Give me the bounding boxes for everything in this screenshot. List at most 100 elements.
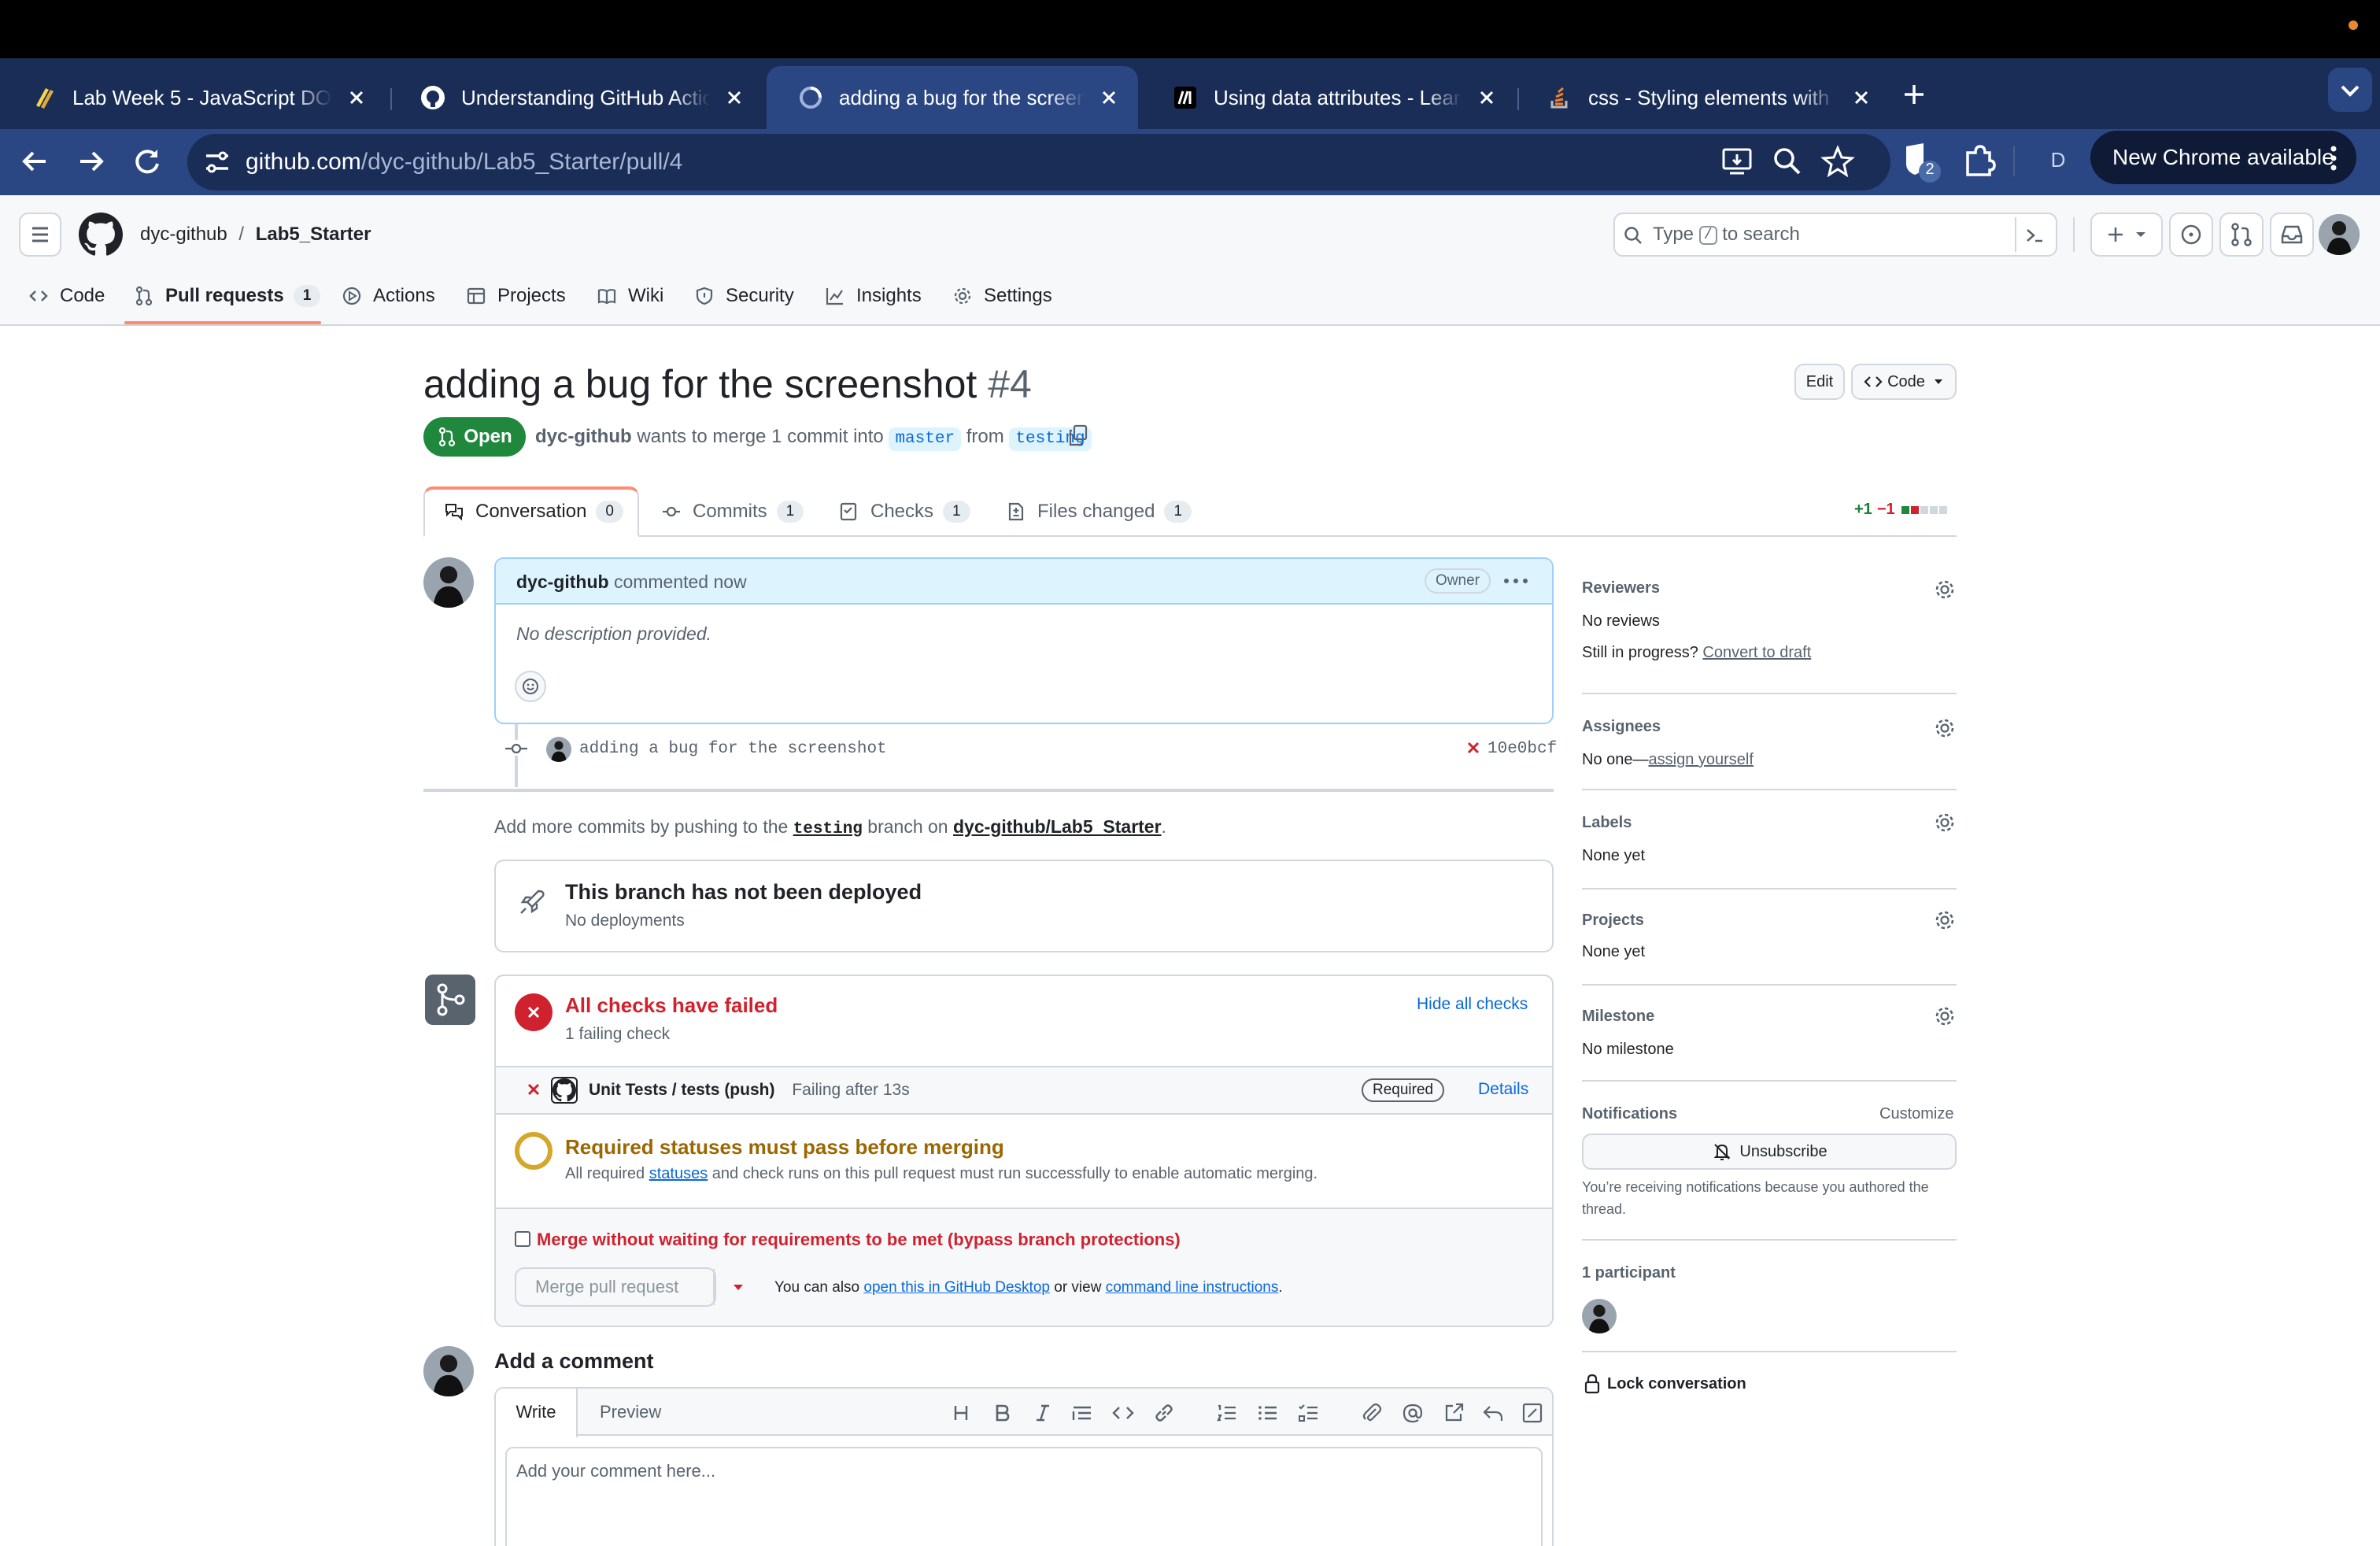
breadcrumb-owner[interactable]: dyc-github [140,224,227,245]
profile-avatar[interactable]: D [2038,140,2078,179]
tab-files-changed[interactable]: Files changed 1 [1006,497,1192,526]
close-icon[interactable] [1850,86,1873,109]
caret-down-icon[interactable] [724,1280,752,1296]
mention-icon[interactable] [1399,1400,1426,1426]
gear-icon[interactable] [1933,578,1957,601]
heading-icon[interactable] [948,1400,974,1426]
assignees-heading[interactable]: Assignees [1582,718,1661,736]
comment-textarea[interactable]: Add your comment here... [505,1447,1543,1546]
bold-icon[interactable] [989,1400,1015,1426]
gear-icon[interactable] [1933,1004,1957,1028]
commit-author-avatar[interactable] [546,737,571,762]
tab-write[interactable]: Write [496,1389,578,1437]
command-palette-icon[interactable] [2023,224,2046,247]
add-reaction-button[interactable] [515,671,546,702]
participant-avatar[interactable] [1582,1299,1617,1333]
x-fail-icon[interactable] [1464,738,1483,757]
bookmark-star-icon[interactable] [1820,143,1856,179]
customize-link[interactable]: Customize [1879,1105,1953,1123]
italic-icon[interactable] [1029,1400,1056,1426]
close-icon[interactable] [345,86,368,109]
browser-tab-lab-week[interactable]: Lab Week 5 - JavaScript DOM [0,66,386,129]
lock-conversation-link[interactable]: Lock conversation [1582,1373,1746,1395]
nav-actions[interactable]: Actions [342,282,435,310]
bypass-checkbox[interactable] [515,1231,530,1247]
back-arrow-icon[interactable] [17,143,54,179]
close-icon[interactable] [1475,86,1499,109]
tab-checks[interactable]: Checks 1 [839,497,970,526]
ordered-list-icon[interactable] [1214,1400,1240,1426]
kebab-horizontal-icon[interactable] [1502,570,1530,592]
gear-icon[interactable] [1933,716,1957,740]
tab-commits[interactable]: Commits 1 [661,497,804,526]
breadcrumb-repo[interactable]: Lab5_Starter [256,224,371,245]
convert-to-draft-link[interactable]: Convert to draft [1702,644,1811,661]
close-icon[interactable] [722,86,746,109]
code-icon[interactable] [1110,1400,1136,1426]
cli-instructions-link[interactable]: command line instructions [1106,1279,1279,1296]
browser-tab-github-actions[interactable]: Understanding GitHub Actions [389,66,763,129]
comment-author-link[interactable]: dyc-github [516,571,609,592]
link-icon[interactable] [1151,1400,1177,1426]
pr-author-link[interactable]: dyc-github [535,426,632,447]
base-branch-chip[interactable]: master [889,427,962,451]
reply-icon[interactable] [1480,1400,1506,1426]
nav-insights[interactable]: Insights [825,282,922,310]
create-new-button[interactable] [2090,213,2163,257]
gear-icon[interactable] [1933,811,1957,834]
install-app-icon[interactable] [1719,143,1755,179]
reload-icon[interactable] [129,143,165,179]
reviewers-heading[interactable]: Reviewers [1582,579,1660,597]
extensions-puzzle-icon[interactable] [1960,142,1998,179]
unordered-list-icon[interactable] [1255,1400,1281,1426]
browser-tab-stackoverflow[interactable]: css - Styling elements with a [1516,66,1890,129]
task-list-icon[interactable] [1295,1400,1322,1426]
browser-tab-mdn[interactable]: Using data attributes - Learn [1141,66,1516,129]
tab-preview[interactable]: Preview [600,1401,661,1423]
site-settings-icon[interactable] [200,145,235,179]
unsubscribe-button[interactable]: Unsubscribe [1582,1134,1957,1170]
bypass-label[interactable]: Merge without waiting for requirements t… [537,1230,1181,1250]
github-logo-icon[interactable] [79,213,123,257]
hide-checks-link[interactable]: Hide all checks [1417,995,1528,1014]
merge-pull-request-button[interactable]: Merge pull request [516,1269,713,1305]
inbox-button[interactable] [2270,213,2314,257]
chrome-update-button[interactable]: New Chrome available [2090,131,2356,184]
tab-conversation[interactable]: Conversation 0 [444,497,623,526]
projects-heading[interactable]: Projects [1582,912,1644,930]
user-avatar[interactable] [2319,214,2360,255]
commit-message[interactable]: adding a bug for the screenshot [579,738,887,760]
comment-author-avatar[interactable] [423,557,474,608]
statuses-link[interactable]: statuses [649,1165,708,1182]
current-user-avatar[interactable] [423,1346,474,1396]
edit-title-button[interactable]: Edit [1794,364,1845,400]
zoom-icon[interactable] [1769,143,1805,179]
fullscreen-icon[interactable] [1519,1400,1546,1426]
nav-projects[interactable]: Projects [466,282,566,310]
nav-settings[interactable]: Settings [952,282,1052,310]
copy-icon[interactable] [1067,423,1089,447]
pull-requests-button[interactable] [2219,213,2264,257]
commit-sha[interactable]: 10e0bcf [1488,738,1557,760]
push-hint-branch[interactable]: testing [793,820,863,838]
open-desktop-link[interactable]: open this in GitHub Desktop [863,1279,1050,1296]
check-details-link[interactable]: Details [1478,1080,1528,1099]
global-menu-button[interactable] [19,213,61,257]
code-dropdown-button[interactable]: Code [1851,364,1957,400]
tab-search-button[interactable] [2328,68,2372,112]
forward-arrow-icon[interactable] [72,143,109,179]
nav-pull-requests[interactable]: Pull requests 1 [134,282,321,310]
milestone-heading[interactable]: Milestone [1582,1008,1654,1026]
cross-reference-icon[interactable] [1440,1400,1467,1426]
quote-icon[interactable] [1069,1400,1096,1426]
new-tab-icon[interactable] [1898,79,1930,110]
browser-tab-active-pr[interactable]: adding a bug for the screenshot [767,66,1138,129]
assign-yourself-link[interactable]: assign yourself [1649,751,1754,768]
gear-icon[interactable] [1933,908,1957,932]
close-icon[interactable] [1097,86,1121,109]
paperclip-icon[interactable] [1358,1400,1385,1426]
labels-heading[interactable]: Labels [1582,814,1632,832]
nav-security[interactable]: Security [694,282,794,310]
nav-wiki[interactable]: Wiki [597,282,663,310]
issues-button[interactable] [2169,213,2213,257]
